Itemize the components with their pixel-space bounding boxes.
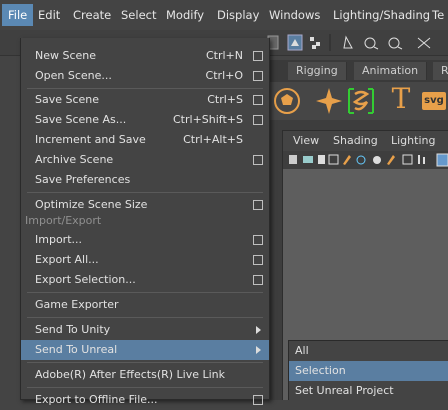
section-label-import-export: Import/Export [25,214,102,227]
option-box-icon[interactable] [253,95,263,105]
submenu-arrow-icon [256,326,261,334]
paint-select-icon[interactable] [310,37,320,49]
option-box-icon[interactable] [253,255,263,265]
toolbar-icons [267,34,431,51]
shelf-tab-bar: Rigging Animation R [270,60,448,82]
menu-bar: File Edit Create Select Modify Display W… [0,0,448,30]
menu-divider [27,192,263,193]
pencil-icon[interactable] [387,155,395,165]
submenu-item-set-unreal-project[interactable]: Set Unreal Project [289,381,448,401]
tool-icon[interactable] [356,155,366,165]
snap-view-icon[interactable] [417,37,431,49]
option-box-icon[interactable] [253,51,263,61]
menu-item-increment-and-save[interactable]: Increment and Save Ctrl+Alt+S [21,130,269,150]
menu-item-archive-scene[interactable]: Archive Scene [21,150,269,170]
option-box-icon[interactable] [253,200,263,210]
soccer-ball-icon[interactable] [272,86,302,116]
menu-item-save-scene-as[interactable]: Save Scene As... Ctrl+Shift+S [21,110,269,130]
snap-curve-icon[interactable] [364,37,379,50]
option-box-icon[interactable] [253,395,263,405]
camera-attributes-icon[interactable] [303,156,313,163]
sort-icon[interactable] [418,155,425,164]
option-box-icon[interactable] [253,71,263,81]
menu-select[interactable]: Select [115,4,162,26]
viewport-menu-shading[interactable]: Shading [333,133,378,149]
type-3d-icon[interactable] [346,86,376,116]
menu-item-save-preferences[interactable]: Save Preferences [21,170,269,190]
text-tool-icon[interactable]: T [386,84,416,114]
sparkle-icon[interactable] [314,86,344,116]
grease-pencil-icon[interactable] [343,155,351,165]
tab-animation[interactable]: Animation [354,62,428,80]
menu-item-send-to-unity[interactable]: Send To Unity [21,320,269,340]
menu-create[interactable]: Create [67,4,117,26]
lasso-tool-icon[interactable] [287,34,303,51]
menu-divider [27,317,263,318]
menu-divider [27,387,263,388]
display-grid-icon[interactable] [436,153,448,167]
shelf-icons: T svg [270,82,448,120]
file-menu: New Scene Ctrl+N Open Scene... Ctrl+O Sa… [20,38,270,406]
light-icon[interactable] [373,156,381,164]
snap-grid-icon[interactable] [343,35,353,49]
viewport-menu-lighting[interactable]: Lighting [391,133,435,149]
bookmark-icon[interactable] [318,155,325,164]
menu-item-export-selection[interactable]: Export Selection... [21,270,269,290]
menu-display[interactable]: Display [211,4,265,26]
option-box-icon[interactable] [253,275,263,285]
menu-divider [27,292,263,293]
menu-item-open-scene[interactable]: Open Scene... Ctrl+O [21,66,269,86]
menu-item-game-exporter[interactable]: Game Exporter [21,295,269,315]
menu-modify[interactable]: Modify [160,4,210,26]
menu-item-export-all[interactable]: Export All... [21,250,269,270]
camera-select-icon[interactable] [289,155,297,164]
tab-rigging[interactable]: Rigging [288,62,347,80]
grid-icon[interactable] [402,154,413,165]
viewport-menu-view[interactable]: View [293,133,319,149]
menu-divider [27,88,263,89]
menu-item-optimize-scene-size[interactable]: Optimize Scene Size [21,195,269,215]
viewport-tool-icons [289,153,448,167]
image-plane-icon[interactable] [328,154,339,165]
snap-point-icon[interactable] [388,37,403,50]
viewport-menu-bar: View Shading Lighting [283,131,448,151]
option-box-icon[interactable] [253,115,263,125]
viewport-toolbar [283,151,448,169]
menu-item-import[interactable]: Import... [21,230,269,250]
submenu-item-all[interactable]: All [289,341,448,361]
menu-item-export-to-offline-file[interactable]: Export to Offline File... [21,390,269,410]
menu-item-after-effects-live-link[interactable]: Adobe(R) After Effects(R) Live Link [21,365,269,385]
menu-lighting-shading[interactable]: Lighting/Shading [327,4,436,26]
svg-tool-icon[interactable]: svg [422,92,446,110]
menu-item-new-scene[interactable]: New Scene Ctrl+N [21,46,269,66]
menu-file[interactable]: File [2,4,34,26]
submenu-item-selection[interactable]: Selection [289,361,448,381]
menu-overflow[interactable]: Te [426,4,448,26]
menu-windows[interactable]: Windows [263,4,326,26]
send-to-unreal-submenu: All Selection Set Unreal Project [288,340,448,400]
submenu-arrow-icon [256,346,261,354]
option-box-icon[interactable] [253,235,263,245]
option-box-icon[interactable] [253,155,263,165]
tab-overflow[interactable]: R [433,62,448,80]
menu-item-send-to-unreal[interactable]: Send To Unreal [21,340,269,360]
menu-edit[interactable]: Edit [32,4,66,26]
menu-divider [27,362,263,363]
menu-item-save-scene[interactable]: Save Scene Ctrl+S [21,90,269,110]
